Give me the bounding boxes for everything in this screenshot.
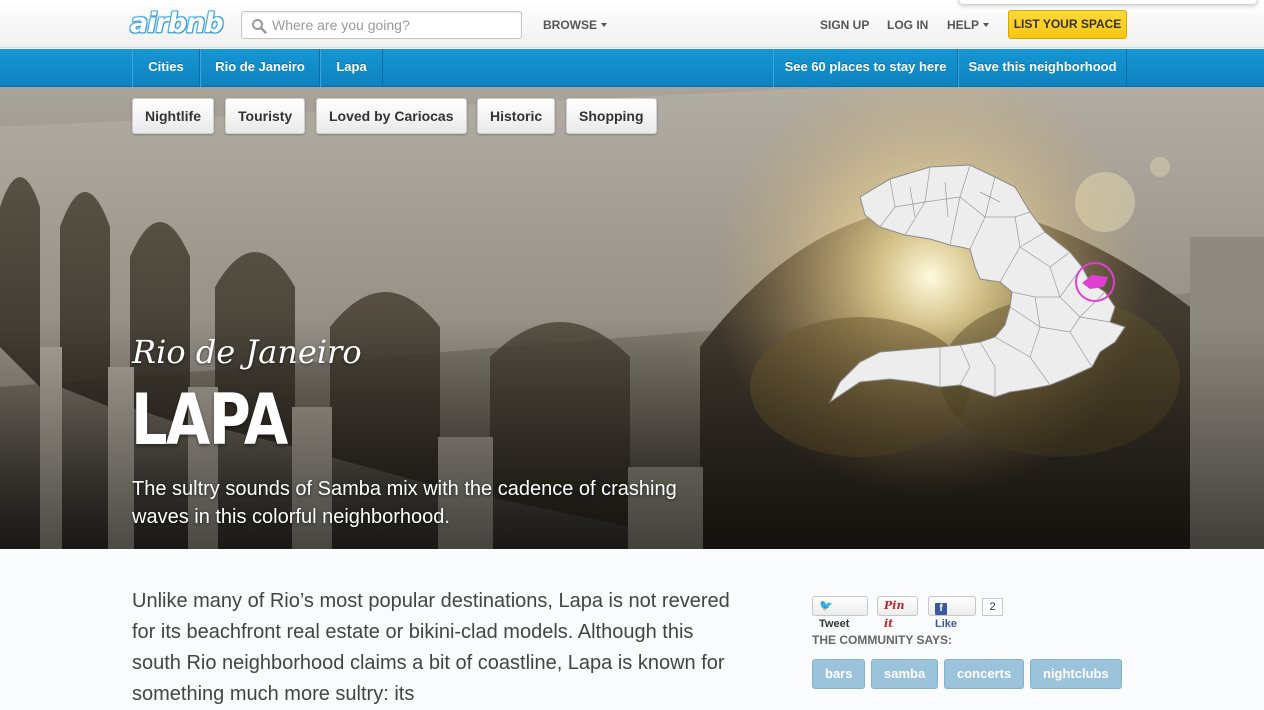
breadcrumb-lapa[interactable]: Lapa bbox=[320, 49, 383, 87]
community-tag-bars[interactable]: bars bbox=[812, 659, 866, 689]
browse-label: BROWSE bbox=[543, 18, 597, 32]
help-label: HELP bbox=[947, 18, 980, 32]
community-heading: THE COMMUNITY SAYS: bbox=[812, 633, 953, 647]
tag-loved-by-cariocas[interactable]: Loved by Cariocas bbox=[316, 98, 467, 134]
intro-paragraph: Unlike many of Rio’s most popular destin… bbox=[132, 590, 730, 705]
chevron-down-icon bbox=[601, 23, 607, 27]
like-label: Like bbox=[935, 618, 958, 630]
breadcrumb-cities[interactable]: Cities bbox=[132, 49, 200, 87]
search-icon bbox=[252, 19, 267, 34]
breadcrumb-rio-de-janeiro[interactable]: Rio de Janeiro bbox=[200, 49, 320, 87]
browse-menu[interactable]: BROWSE bbox=[543, 18, 607, 32]
tweet-button[interactable]: 🐦 Tweet bbox=[812, 596, 868, 630]
like-count: 2 bbox=[982, 598, 1003, 616]
facebook-like-button[interactable]: f Like bbox=[928, 596, 976, 630]
help-menu[interactable]: HELP bbox=[947, 18, 990, 32]
search-box[interactable] bbox=[241, 11, 522, 39]
airbnb-logo[interactable]: airbnb bbox=[130, 8, 224, 40]
pinit-button[interactable]: Pin it bbox=[877, 596, 918, 630]
tweet-label: Tweet bbox=[819, 618, 850, 630]
facebook-icon: f bbox=[935, 603, 947, 615]
city-name: Rio de Janeiro bbox=[132, 333, 362, 371]
neighborhood-map[interactable] bbox=[820, 157, 1140, 417]
neighborhood-subnav: Cities Rio de Janeiro Lapa See 60 places… bbox=[0, 49, 1264, 87]
tag-shopping[interactable]: Shopping bbox=[566, 98, 657, 134]
tag-touristy[interactable]: Touristy bbox=[225, 98, 306, 134]
login-link[interactable]: LOG IN bbox=[887, 18, 928, 32]
list-your-space-button[interactable]: LIST YOUR SPACE bbox=[1008, 10, 1127, 39]
community-tag-samba[interactable]: samba bbox=[871, 659, 939, 689]
community-tag-nightclubs[interactable]: nightclubs bbox=[1030, 659, 1122, 689]
see-places-button[interactable]: See 60 places to stay here bbox=[773, 49, 958, 87]
community-tag-concerts[interactable]: concerts bbox=[944, 659, 1025, 689]
tag-historic[interactable]: Historic bbox=[477, 98, 556, 134]
tag-nightlife[interactable]: Nightlife bbox=[132, 98, 214, 134]
signup-link[interactable]: SIGN UP bbox=[820, 18, 869, 32]
neighborhood-tagline: The sultry sounds of Samba mix with the … bbox=[132, 478, 677, 528]
twitter-icon: 🐦 bbox=[819, 600, 833, 612]
save-neighborhood-button[interactable]: Save this neighborhood bbox=[958, 49, 1127, 87]
search-input[interactable] bbox=[272, 16, 512, 34]
top-navigation-bar: airbnb BROWSE SIGN UP LOG IN HELP LIST Y… bbox=[0, 0, 1264, 48]
dropdown-popup-edge bbox=[958, 0, 1258, 5]
hero-banner: Nightlife Touristy Loved by Cariocas His… bbox=[0, 87, 1264, 549]
neighborhood-title: LAPA bbox=[131, 379, 288, 461]
chevron-down-icon bbox=[983, 23, 990, 27]
